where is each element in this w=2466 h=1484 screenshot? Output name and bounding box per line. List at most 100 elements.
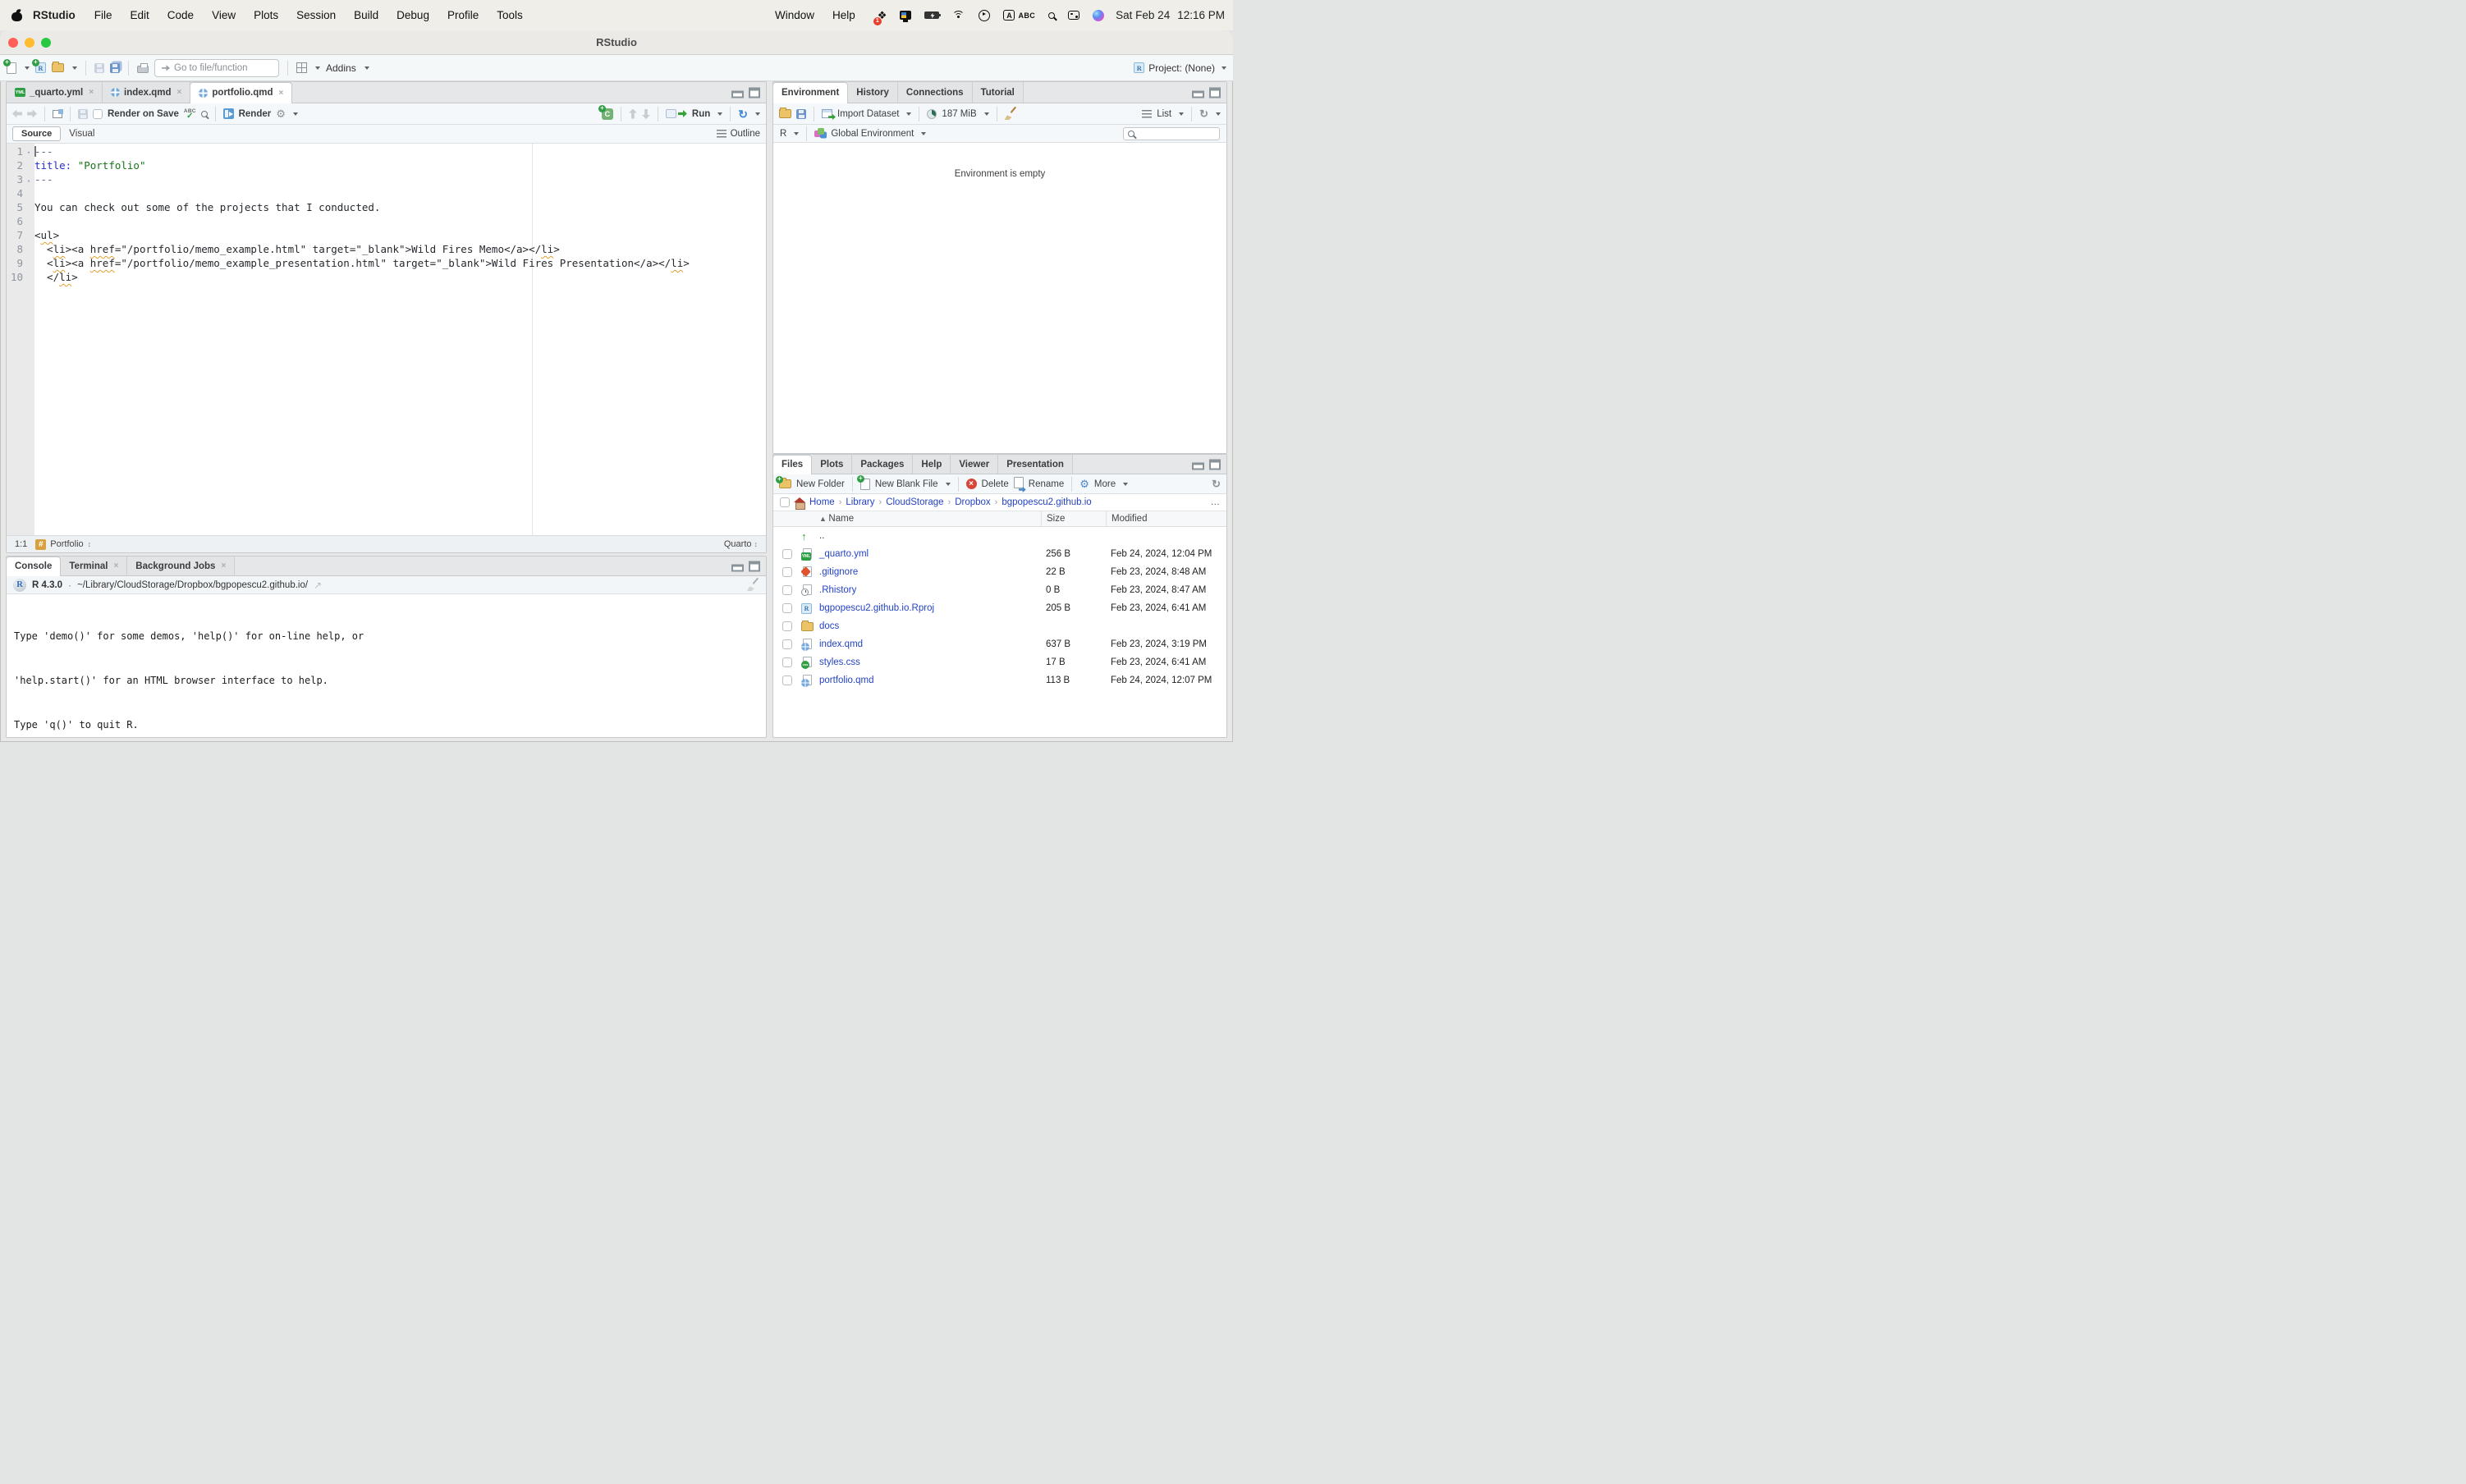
minimize-pane-icon[interactable] xyxy=(1192,462,1204,469)
memory-dropdown-caret[interactable] xyxy=(984,112,989,116)
delete-icon[interactable] xyxy=(966,479,977,489)
visual-view-button[interactable]: Visual xyxy=(69,129,94,139)
project-selector[interactable]: Project: (None) xyxy=(1134,62,1226,74)
source-dropdown-caret[interactable] xyxy=(755,112,760,116)
outline-button[interactable]: Outline xyxy=(717,129,760,139)
open-in-new-window-icon[interactable] xyxy=(53,110,62,118)
input-source-icon[interactable]: A ABC xyxy=(1003,10,1035,21)
table-row[interactable]: .Rhistory 0 B Feb 23, 2024, 8:47 AM xyxy=(773,581,1226,599)
list-view-caret[interactable] xyxy=(1179,112,1184,116)
home-icon[interactable] xyxy=(794,497,805,508)
tab-tutorial[interactable]: Tutorial xyxy=(973,82,1024,103)
language-selector[interactable]: R xyxy=(780,129,786,139)
column-header-name[interactable]: Name xyxy=(819,514,1041,524)
addins-dropdown-caret[interactable] xyxy=(364,66,369,70)
tab-index-qmd[interactable]: index.qmd xyxy=(103,82,190,103)
siri-icon[interactable] xyxy=(1093,10,1104,21)
goto-file-function-input[interactable] xyxy=(174,63,264,73)
new-blank-file-caret[interactable] xyxy=(946,483,951,486)
environment-search-input[interactable] xyxy=(1138,129,1212,139)
spotlight-search-icon[interactable] xyxy=(1048,12,1055,19)
render-button[interactable]: Render xyxy=(239,109,272,119)
menu-help[interactable]: Help xyxy=(823,9,864,21)
new-blank-file-button[interactable] xyxy=(860,479,870,490)
refresh-files-icon[interactable] xyxy=(1212,479,1221,489)
menu-build[interactable]: Build xyxy=(345,9,387,21)
more-gear-icon[interactable] xyxy=(1079,479,1089,489)
insert-chunk-button[interactable] xyxy=(602,108,613,120)
tab-viewer[interactable]: Viewer xyxy=(951,455,998,474)
open-file-dropdown-caret[interactable] xyxy=(72,66,77,70)
breadcrumb-cloudstorage[interactable]: CloudStorage xyxy=(886,497,943,507)
save-workspace-icon[interactable] xyxy=(796,109,806,119)
print-button[interactable] xyxy=(137,66,149,73)
load-workspace-icon[interactable] xyxy=(779,109,791,118)
tab-help[interactable]: Help xyxy=(913,455,951,474)
minimize-pane-icon[interactable] xyxy=(731,564,744,571)
save-all-button[interactable] xyxy=(110,63,120,73)
table-row[interactable]: portfolio.qmd 113 B Feb 24, 2024, 12:07 … xyxy=(773,671,1226,689)
column-header-size[interactable]: Size xyxy=(1041,511,1106,526)
table-row[interactable]: .gitignore 22 B Feb 23, 2024, 8:48 AM xyxy=(773,563,1226,581)
tidal-status-icon[interactable]: ❖1 xyxy=(878,9,887,22)
more-caret[interactable] xyxy=(1123,483,1128,486)
menu-view[interactable]: View xyxy=(203,9,245,21)
console-output[interactable]: Type 'demo()' for some demos, 'help()' f… xyxy=(7,594,766,737)
breadcrumb-home[interactable]: Home xyxy=(809,497,835,507)
clear-console-broom-icon[interactable] xyxy=(747,579,759,591)
tab-terminal[interactable]: Terminal xyxy=(61,556,127,575)
tab-history[interactable]: History xyxy=(848,82,898,103)
render-settings-gear-icon[interactable] xyxy=(276,108,286,119)
new-blank-file-label[interactable]: New Blank File xyxy=(875,479,938,489)
language-caret[interactable] xyxy=(794,132,799,135)
open-file-button[interactable] xyxy=(52,63,64,72)
row-checkbox[interactable] xyxy=(782,585,792,595)
r-version-label[interactable]: R 4.3.0 xyxy=(32,580,62,590)
column-header-modified[interactable]: Modified xyxy=(1106,511,1226,526)
delete-label[interactable]: Delete xyxy=(982,479,1009,489)
find-replace-icon[interactable] xyxy=(201,111,208,117)
tab-packages[interactable]: Packages xyxy=(852,455,913,474)
menu-tools[interactable]: Tools xyxy=(488,9,532,21)
refresh-dropdown-caret[interactable] xyxy=(1216,112,1221,116)
run-next-chunk-icon[interactable] xyxy=(642,109,650,119)
tab-background-jobs[interactable]: Background Jobs xyxy=(127,556,235,575)
close-tab-icon[interactable] xyxy=(89,88,94,97)
maximize-pane-icon[interactable] xyxy=(1209,459,1221,469)
section-selector[interactable]: Portfolio xyxy=(35,539,91,550)
menu-file[interactable]: File xyxy=(85,9,121,21)
menu-debug[interactable]: Debug xyxy=(387,9,438,21)
tab-console[interactable]: Console xyxy=(6,556,61,575)
new-folder-button[interactable] xyxy=(779,479,791,488)
panes-dropdown-caret[interactable] xyxy=(315,66,320,70)
spellcheck-icon[interactable]: ABC xyxy=(184,109,196,119)
close-tab-icon[interactable] xyxy=(113,561,118,570)
goto-directory-icon[interactable] xyxy=(314,579,322,591)
panes-grid-icon[interactable] xyxy=(296,62,307,73)
environment-caret[interactable] xyxy=(921,132,926,135)
wifi-status-icon[interactable] xyxy=(952,11,965,21)
new-folder-label[interactable]: New Folder xyxy=(796,479,845,489)
run-button[interactable]: Run xyxy=(692,109,710,119)
environment-selector[interactable]: Global Environment xyxy=(831,129,914,139)
import-dataset-button[interactable]: Import Dataset xyxy=(837,109,899,119)
run-previous-chunks-icon[interactable] xyxy=(629,109,637,119)
breadcrumb-site-folder[interactable]: bgpopescu2.github.io xyxy=(1002,497,1091,507)
clear-environment-broom-icon[interactable] xyxy=(1005,108,1017,120)
display-status-icon[interactable] xyxy=(900,11,911,20)
render-on-save-checkbox[interactable] xyxy=(93,109,103,119)
document-mode-selector[interactable]: Quarto xyxy=(724,539,758,549)
cursor-position[interactable]: 1:1 xyxy=(15,539,27,549)
table-row[interactable]: docs xyxy=(773,617,1226,635)
goto-file-function-box[interactable] xyxy=(154,59,279,77)
table-row[interactable]: styles.css 17 B Feb 23, 2024, 6:41 AM xyxy=(773,653,1226,671)
save-document-button[interactable] xyxy=(78,109,88,119)
environment-search-box[interactable] xyxy=(1123,127,1220,140)
new-project-button[interactable] xyxy=(35,62,46,73)
control-center-icon[interactable] xyxy=(1068,11,1079,20)
save-button[interactable] xyxy=(94,63,104,73)
menu-plots[interactable]: Plots xyxy=(245,9,287,21)
maximize-pane-icon[interactable] xyxy=(749,87,760,98)
run-dropdown-caret[interactable] xyxy=(717,112,722,116)
row-checkbox[interactable] xyxy=(782,603,792,613)
